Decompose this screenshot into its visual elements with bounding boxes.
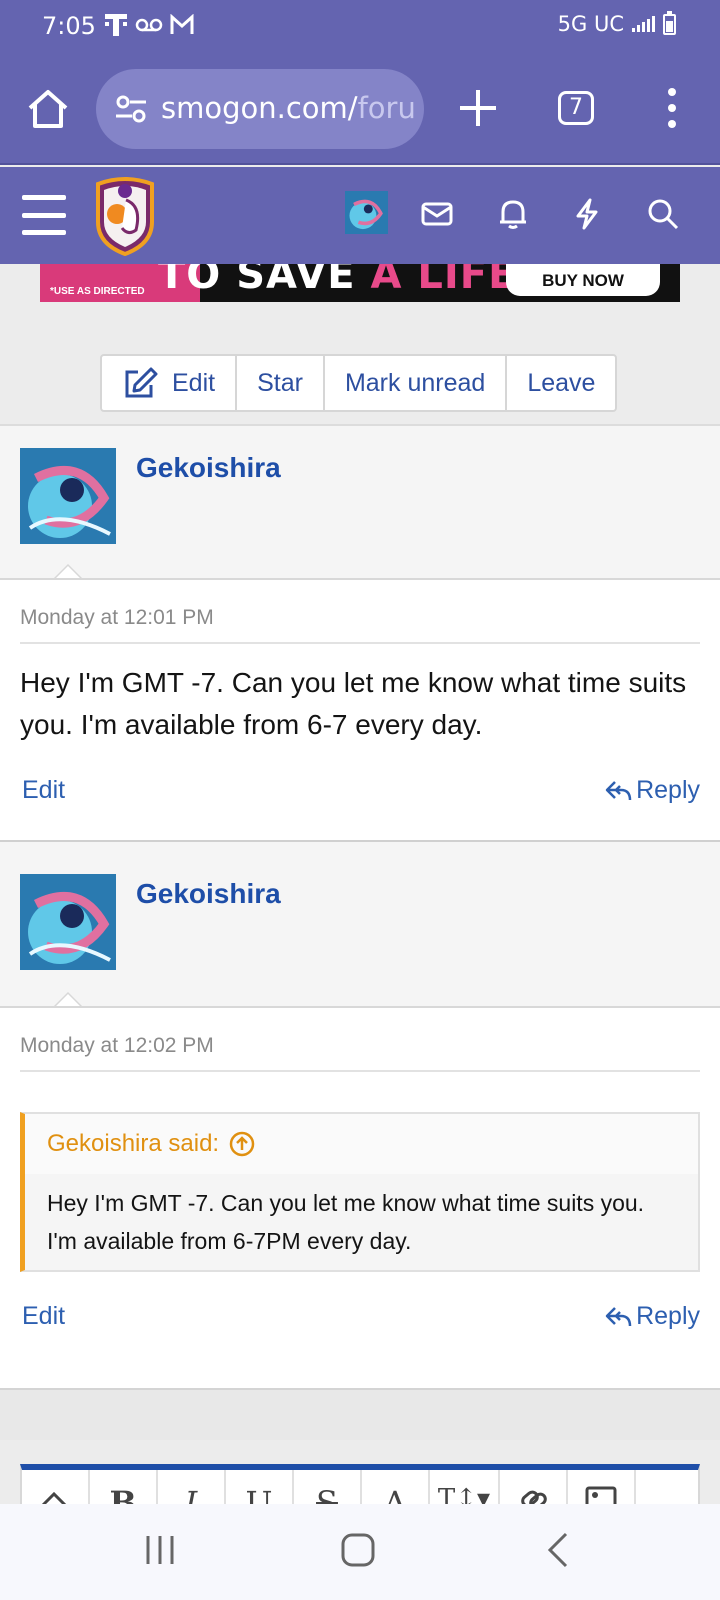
reply-label: Reply bbox=[636, 1302, 700, 1330]
home-nav-icon[interactable] bbox=[340, 1532, 376, 1568]
message-edit-link[interactable]: Edit bbox=[22, 776, 65, 805]
more-icon[interactable] bbox=[660, 88, 684, 128]
ad-headline: TO SAVE A LIFE bbox=[158, 264, 516, 298]
gmail-icon bbox=[170, 14, 194, 34]
network-label: 5G UC bbox=[557, 12, 624, 36]
quote-text: Hey I'm GMT -7. Can you let me know what… bbox=[47, 1190, 645, 1254]
message-header: Gekoishira bbox=[0, 840, 720, 1009]
message-author[interactable]: Gekoishira bbox=[136, 878, 281, 910]
edit-label: Edit bbox=[172, 368, 216, 397]
divider bbox=[20, 1070, 700, 1072]
status-bar: 7:05 5G UC bbox=[0, 0, 720, 52]
message-reply-link[interactable]: Reply bbox=[604, 1302, 700, 1331]
search-icon[interactable] bbox=[646, 197, 680, 231]
section-gap bbox=[0, 1388, 720, 1440]
reply-icon bbox=[605, 780, 632, 800]
edit-icon bbox=[125, 367, 158, 398]
message-text: Hey I'm GMT -7. Can you let me know what… bbox=[20, 667, 687, 740]
ad-buy-now-button[interactable]: BUY NOW bbox=[506, 264, 660, 296]
avatar[interactable] bbox=[20, 874, 116, 970]
ad-fine-print: *USE AS DIRECTED bbox=[50, 286, 145, 297]
bell-icon[interactable] bbox=[496, 197, 530, 231]
tabs-button[interactable]: 7 bbox=[558, 91, 594, 125]
quote-header[interactable]: Gekoishira said: bbox=[25, 1114, 698, 1174]
notification-icons bbox=[103, 12, 195, 38]
message-reply-link[interactable]: Reply bbox=[604, 776, 700, 805]
menu-icon[interactable] bbox=[22, 195, 66, 235]
site-header bbox=[0, 167, 720, 264]
message-edit-link[interactable]: Edit bbox=[22, 1302, 65, 1331]
home-icon[interactable] bbox=[24, 84, 72, 132]
conversation-actions: Edit Star Mark unread Leave bbox=[100, 354, 618, 412]
reply-label: Reply bbox=[636, 776, 700, 804]
mark-unread-button[interactable]: Mark unread bbox=[325, 356, 508, 410]
quote-author: Gekoishira said: bbox=[47, 1130, 220, 1157]
browser-toolbar: smogon.com/foru 7 bbox=[0, 52, 720, 165]
avatar[interactable] bbox=[20, 448, 116, 544]
system-nav-bar bbox=[0, 1504, 720, 1600]
ad-banner[interactable]: TO SAVE A LIFE *USE AS DIRECTED BUY NOW bbox=[40, 264, 680, 302]
message-author[interactable]: Gekoishira bbox=[136, 452, 281, 484]
star-button[interactable]: Star bbox=[237, 356, 325, 410]
ad-headline-white: TO SAVE bbox=[158, 264, 371, 298]
site-settings-icon[interactable] bbox=[114, 95, 148, 123]
t-mobile-icon bbox=[105, 14, 127, 36]
mail-icon[interactable] bbox=[420, 197, 454, 231]
smogon-logo[interactable] bbox=[92, 176, 158, 256]
lightning-icon[interactable] bbox=[570, 197, 604, 231]
leave-button[interactable]: Leave bbox=[507, 356, 615, 410]
edit-button[interactable]: Edit bbox=[102, 356, 238, 410]
message-body: Monday at 12:01 PM Hey I'm GMT -7. Can y… bbox=[0, 578, 720, 840]
quote-block: Gekoishira said: Hey I'm GMT -7. Can you… bbox=[20, 1112, 700, 1272]
message-header: Gekoishira bbox=[0, 424, 720, 581]
divider bbox=[20, 642, 700, 644]
reply-icon bbox=[605, 1306, 632, 1326]
arrow-up-circle-icon[interactable] bbox=[229, 1131, 255, 1157]
battery-icon bbox=[663, 10, 676, 35]
user-avatar[interactable] bbox=[345, 191, 388, 234]
address-bar[interactable]: smogon.com/foru bbox=[96, 69, 424, 149]
plus-icon[interactable] bbox=[456, 86, 500, 130]
back-icon[interactable] bbox=[546, 1532, 570, 1568]
message-date[interactable]: Monday at 12:02 PM bbox=[20, 1034, 214, 1058]
status-right: 5G UC bbox=[557, 10, 676, 36]
message-date[interactable]: Monday at 12:01 PM bbox=[20, 606, 214, 630]
url-text: smogon.com/foru bbox=[161, 91, 416, 125]
voicemail-icon bbox=[135, 18, 163, 32]
status-time: 7:05 bbox=[42, 12, 96, 40]
signal-icon bbox=[632, 16, 655, 32]
url-main: smogon.com/ bbox=[161, 91, 358, 125]
message-body: Monday at 12:02 PM Gekoishira said: Hey … bbox=[0, 1006, 720, 1388]
ad-headline-pink: A LIFE bbox=[370, 264, 517, 298]
url-fade: foru bbox=[357, 91, 416, 125]
recents-icon[interactable] bbox=[144, 1532, 176, 1568]
